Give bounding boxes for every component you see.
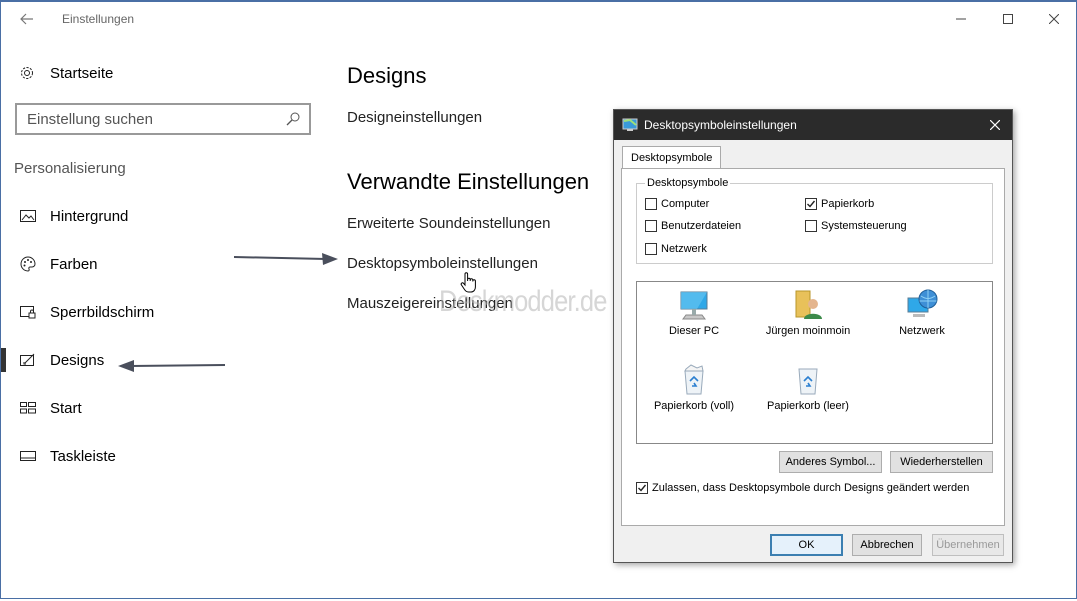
checkmark-icon [807, 200, 816, 208]
dialog-close-button[interactable] [984, 114, 1006, 136]
annotation-arrow [233, 253, 338, 265]
list-item-label: Papierkorb (voll) [653, 400, 735, 412]
network-globe-icon [907, 289, 938, 317]
allow-themes-checkbox[interactable]: Zulassen, dass Desktopsymbole durch Desi… [636, 482, 969, 494]
list-item-label: Dieser PC [668, 325, 720, 337]
checkbox-benutzerdateien[interactable]: Benutzerdateien [645, 220, 741, 232]
user-folder-icon [795, 290, 822, 319]
checkbox-papierkorb[interactable]: Papierkorb [805, 198, 874, 210]
checkbox-label: Netzwerk [661, 243, 707, 255]
ok-button[interactable]: OK [770, 534, 843, 556]
tab-desktopsymbole[interactable]: Desktopsymbole [622, 146, 722, 169]
desktop-icon-list[interactable]: Dieser PC Jürgen moinmoin Netzwerk Papie… [636, 281, 993, 444]
settings-window: Einstellungen Startseite Einstellung suc… [0, 0, 1077, 599]
checkmark-icon [638, 484, 647, 492]
checkbox-box [805, 220, 817, 232]
dialog-title-bar: Desktopsymboleinstellungen [614, 110, 1012, 140]
list-item[interactable]: Papierkorb (leer) [753, 363, 863, 412]
list-item[interactable]: Netzwerk [867, 288, 977, 337]
annotation-arrow [118, 360, 226, 372]
group-label: Desktopsymbole [645, 177, 731, 189]
apply-button[interactable]: Übernehmen [932, 534, 1004, 556]
checkbox-label: Papierkorb [821, 198, 875, 210]
checkbox-label: Zulassen, dass Desktopsymbole durch Desi… [652, 482, 970, 494]
checkbox-label: Systemsteuerung [821, 220, 907, 232]
tab-panel: Desktopsymbole Computer Papierkorb Benut… [621, 168, 1005, 526]
checkbox-box [645, 220, 657, 232]
list-item[interactable]: Dieser PC [639, 288, 749, 337]
change-icon-button[interactable]: Anderes Symbol... [779, 451, 882, 473]
checkbox-systemsteuerung[interactable]: Systemsteuerung [805, 220, 907, 232]
dialog-title: Desktopsymboleinstellungen [644, 118, 797, 132]
list-item-label: Netzwerk [899, 325, 945, 337]
recycle-bin-empty-icon [798, 368, 818, 395]
desktop-settings-icon [622, 118, 638, 131]
monitor-icon [680, 291, 708, 320]
checkbox-box [636, 482, 648, 494]
checkbox-box [645, 243, 657, 255]
checkbox-netzwerk[interactable]: Netzwerk [645, 243, 707, 255]
checkbox-box [805, 198, 817, 210]
checkbox-computer[interactable]: Computer [645, 198, 709, 210]
checkbox-box [645, 198, 657, 210]
cancel-button[interactable]: Abbrechen [852, 534, 922, 556]
list-item-label: Jürgen moinmoin [765, 325, 851, 337]
close-icon [990, 120, 1000, 130]
list-item[interactable]: Papierkorb (voll) [639, 363, 749, 412]
desktop-icon-settings-dialog: Desktopsymboleinstellungen Desktopsymbol… [613, 109, 1013, 563]
list-item-label: Papierkorb (leer) [767, 400, 849, 412]
recycle-bin-full-icon [684, 364, 704, 395]
restore-button[interactable]: Wiederherstellen [890, 451, 993, 473]
checkbox-label: Computer [661, 198, 710, 210]
checkbox-label: Benutzerdateien [661, 220, 742, 232]
list-item[interactable]: Jürgen moinmoin [753, 288, 863, 337]
desktop-icons-groupbox: Desktopsymbole Computer Papierkorb Benut… [636, 177, 993, 264]
